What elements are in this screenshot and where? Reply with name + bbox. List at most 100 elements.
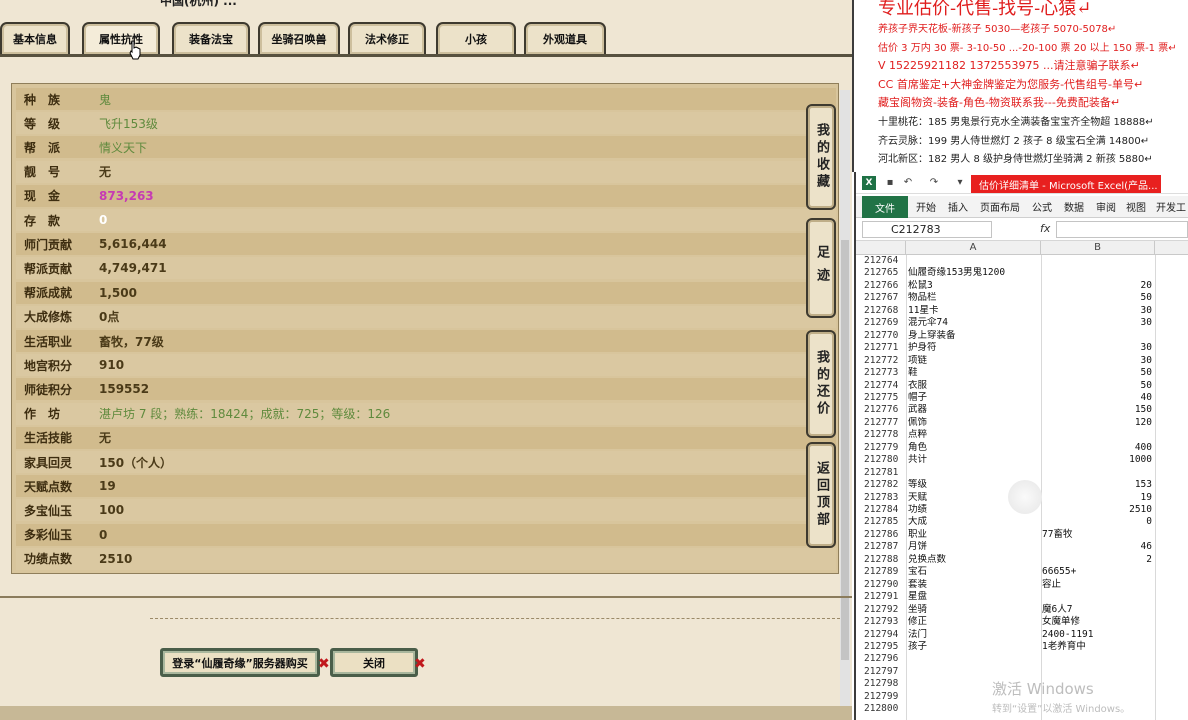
cell-b[interactable]: 153: [1042, 479, 1152, 491]
cell-b[interactable]: 46: [1042, 541, 1152, 553]
row-number[interactable]: 212799: [864, 691, 904, 703]
sheet-row[interactable]: 212767 物品栏 50: [856, 292, 1188, 304]
row-number[interactable]: 212790: [864, 579, 904, 591]
row-number[interactable]: 212796: [864, 653, 904, 665]
sheet-row[interactable]: 212779 角色 400: [856, 442, 1188, 454]
row-number[interactable]: 212795: [864, 641, 904, 653]
cell-a[interactable]: 混元伞74: [908, 317, 1040, 329]
ribbon-file-tab[interactable]: 文件: [862, 196, 908, 218]
sheet-row[interactable]: 212793 修正 女魔单修: [856, 616, 1188, 628]
row-number[interactable]: 212783: [864, 492, 904, 504]
sheet-row[interactable]: 212770 身上穿装备: [856, 330, 1188, 342]
row-number[interactable]: 212781: [864, 467, 904, 479]
ribbon-tab-layout[interactable]: 页面布局: [980, 199, 1020, 214]
sheet-row[interactable]: 212771 护身符 30: [856, 342, 1188, 354]
row-number[interactable]: 212787: [864, 541, 904, 553]
row-number[interactable]: 212767: [864, 292, 904, 304]
row-number[interactable]: 212800: [864, 703, 904, 715]
cell-a[interactable]: 身上穿装备: [908, 330, 1040, 342]
ribbon-tab-home[interactable]: 开始: [916, 199, 936, 214]
sheet-row[interactable]: 212764: [856, 255, 1188, 267]
row-number[interactable]: 212792: [864, 604, 904, 616]
row-number[interactable]: 212776: [864, 404, 904, 416]
scrollbar[interactable]: [840, 90, 850, 710]
sheet-row[interactable]: 212786 职业 77畜牧: [856, 529, 1188, 541]
cell-a[interactable]: 大成: [908, 516, 1040, 528]
cell-b[interactable]: 2510: [1042, 504, 1152, 516]
sheet-row[interactable]: 212776 武器 150: [856, 404, 1188, 416]
tab-mounts[interactable]: 坐骑召唤兽: [258, 22, 340, 54]
sheet-row[interactable]: 212778 点粹: [856, 429, 1188, 441]
sheet-row[interactable]: 212772 项链 30: [856, 355, 1188, 367]
customize-qat-icon[interactable]: ▾: [954, 177, 966, 189]
cell-b[interactable]: 女魔单修: [1042, 616, 1152, 628]
row-number[interactable]: 212772: [864, 355, 904, 367]
sheet-row[interactable]: 212781: [856, 467, 1188, 479]
name-box[interactable]: C212783: [862, 221, 992, 238]
column-a-header[interactable]: A: [906, 241, 1041, 255]
tab-equipment[interactable]: 装备法宝: [172, 22, 250, 54]
row-number[interactable]: 212774: [864, 380, 904, 392]
row-number[interactable]: 212764: [864, 255, 904, 267]
ribbon-tab-developer[interactable]: 开发工: [1156, 199, 1186, 214]
ribbon-tab-formulas[interactable]: 公式: [1032, 199, 1052, 214]
cell-a[interactable]: 月饼: [908, 541, 1040, 553]
sheet-row[interactable]: 212777 佩饰 120: [856, 417, 1188, 429]
row-number[interactable]: 212782: [864, 479, 904, 491]
row-number[interactable]: 212786: [864, 529, 904, 541]
row-number[interactable]: 212788: [864, 554, 904, 566]
row-number[interactable]: 212780: [864, 454, 904, 466]
cell-b[interactable]: 50: [1042, 380, 1152, 392]
sheet-row[interactable]: 212768 11星卡 30: [856, 305, 1188, 317]
row-number[interactable]: 212778: [864, 429, 904, 441]
sheet-row[interactable]: 212796: [856, 653, 1188, 665]
sheet-row[interactable]: 212773 鞋 50: [856, 367, 1188, 379]
cell-b[interactable]: 66655+: [1042, 566, 1152, 578]
cell-b[interactable]: 30: [1042, 342, 1152, 354]
sheet-row[interactable]: 212792 坐骑 魔6人7: [856, 604, 1188, 616]
cell-b[interactable]: 19: [1042, 492, 1152, 504]
undo-icon[interactable]: ↶: [902, 177, 914, 189]
sheet-row[interactable]: 212797: [856, 666, 1188, 678]
cell-b[interactable]: 2400-1191: [1042, 629, 1152, 641]
cell-a[interactable]: 鞋: [908, 367, 1040, 379]
cell-a[interactable]: 帽子: [908, 392, 1040, 404]
sheet-row[interactable]: 212791 星盘: [856, 591, 1188, 603]
cell-a[interactable]: 共计: [908, 454, 1040, 466]
sheet-row[interactable]: 212780 共计 1000: [856, 454, 1188, 466]
cell-b[interactable]: 40: [1042, 392, 1152, 404]
cell-b[interactable]: 400: [1042, 442, 1152, 454]
row-number[interactable]: 212775: [864, 392, 904, 404]
cell-a[interactable]: 项链: [908, 355, 1040, 367]
tab-basic-info[interactable]: 基本信息: [0, 22, 70, 54]
sheet-row[interactable]: 212774 衣服 50: [856, 380, 1188, 392]
footprint-button[interactable]: 足迹: [806, 218, 836, 318]
cell-b[interactable]: 20: [1042, 280, 1152, 292]
row-number[interactable]: 212771: [864, 342, 904, 354]
my-offers-button[interactable]: 我的还价: [806, 330, 836, 438]
cell-b[interactable]: 1000: [1042, 454, 1152, 466]
formula-input[interactable]: [1056, 221, 1188, 238]
cell-b[interactable]: 50: [1042, 292, 1152, 304]
row-number[interactable]: 212777: [864, 417, 904, 429]
cell-a[interactable]: 星盘: [908, 591, 1040, 603]
cell-a[interactable]: 宝石: [908, 566, 1040, 578]
row-number[interactable]: 212784: [864, 504, 904, 516]
cell-a[interactable]: 物品栏: [908, 292, 1040, 304]
row-number[interactable]: 212791: [864, 591, 904, 603]
sheet-row[interactable]: 212785 大成 0: [856, 516, 1188, 528]
back-to-top-button[interactable]: 返回顶部: [806, 442, 836, 548]
cell-a[interactable]: 点粹: [908, 429, 1040, 441]
row-number[interactable]: 212765: [864, 267, 904, 279]
row-number[interactable]: 212779: [864, 442, 904, 454]
cell-a[interactable]: 11星卡: [908, 305, 1040, 317]
cell-a[interactable]: 孩子: [908, 641, 1040, 653]
my-favorites-button[interactable]: 我的收藏: [806, 104, 836, 210]
cell-b[interactable]: 50: [1042, 367, 1152, 379]
cell-b[interactable]: 120: [1042, 417, 1152, 429]
save-icon[interactable]: ▪: [884, 177, 896, 189]
cell-b[interactable]: 77畜牧: [1042, 529, 1152, 541]
tab-appearance[interactable]: 外观道具: [524, 22, 606, 54]
sheet-row[interactable]: 212787 月饼 46: [856, 541, 1188, 553]
cell-a[interactable]: 护身符: [908, 342, 1040, 354]
